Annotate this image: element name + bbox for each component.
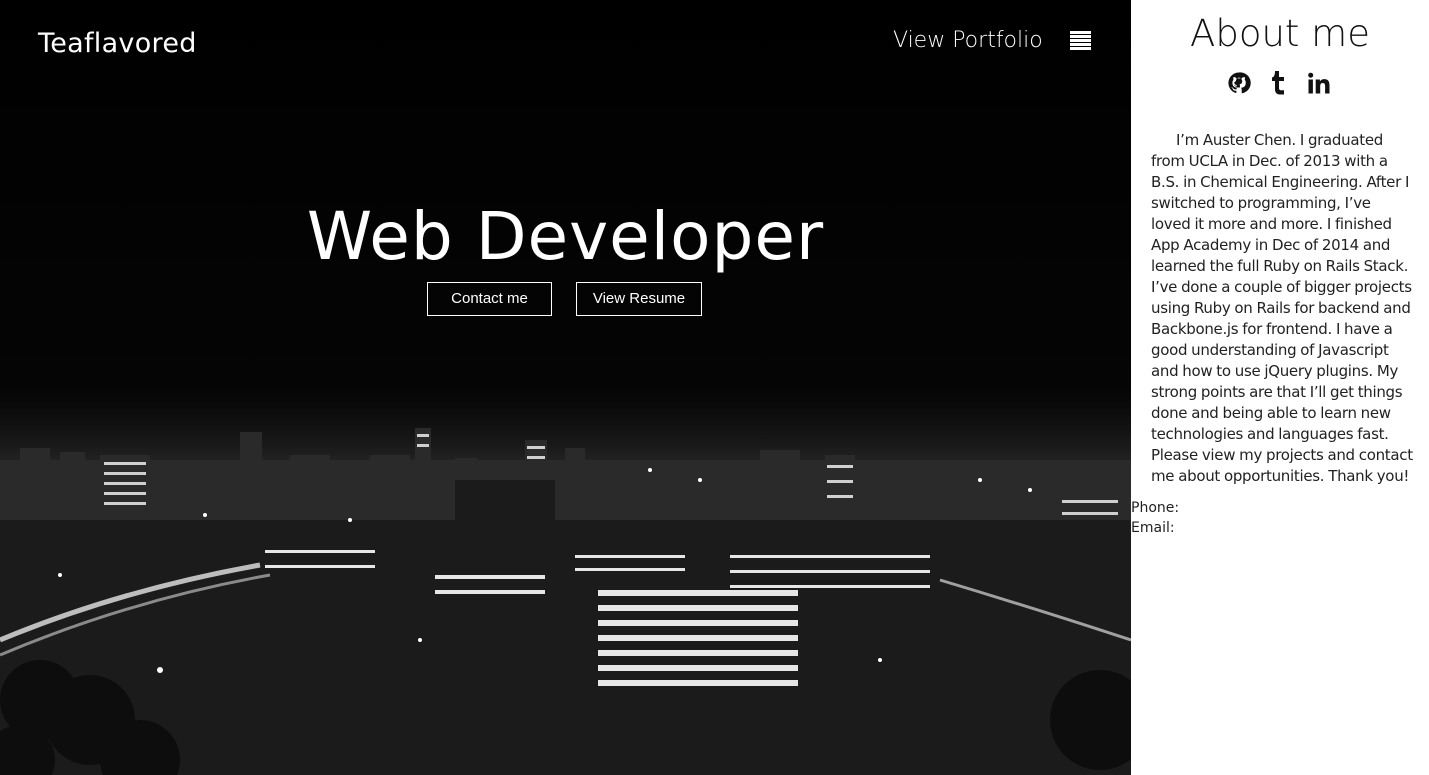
hero-headline-text: Web Developer <box>306 198 825 275</box>
brand-logo[interactable]: Teaflavored <box>38 28 197 59</box>
social-links <box>1227 70 1331 98</box>
about-paragraph: I’m Auster Chen. I graduated from UCLA i… <box>1151 131 1413 485</box>
github-icon[interactable] <box>1227 70 1251 96</box>
hero-headline: Web Developer <box>0 198 1131 275</box>
about-title: About me <box>1190 12 1370 55</box>
linkedin-icon[interactable] <box>1307 70 1331 96</box>
email-label: Email: <box>1131 520 1175 536</box>
contact-me-button[interactable]: Contact me <box>427 282 552 316</box>
page: Teaflavored View Portfolio Web Developer… <box>0 0 1429 775</box>
tumblr-icon[interactable] <box>1267 70 1291 96</box>
city-skyline-background <box>0 0 1131 775</box>
phone-label: Phone: <box>1131 500 1180 516</box>
view-resume-button[interactable]: View Resume <box>576 282 702 316</box>
hamburger-menu-icon[interactable] <box>1070 31 1091 51</box>
hero-section: Teaflavored View Portfolio Web Developer… <box>0 0 1131 775</box>
about-sidebar: About me I’m Auster Chen. I graduated fr… <box>1131 0 1429 775</box>
view-portfolio-link[interactable]: View Portfolio <box>893 28 1043 53</box>
